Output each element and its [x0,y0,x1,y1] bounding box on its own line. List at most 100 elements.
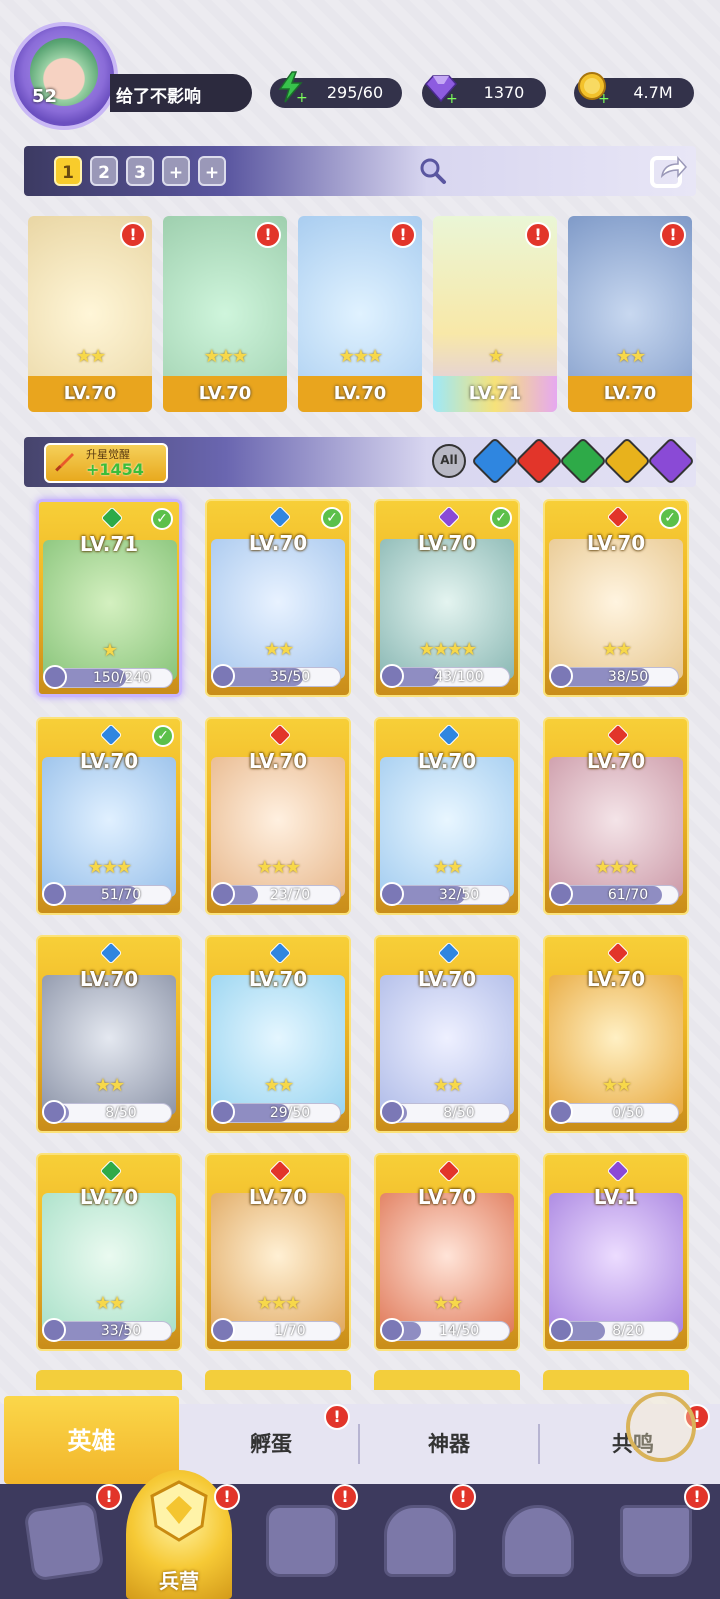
team-tab-add-2[interactable]: + [198,156,226,186]
shard-progress-bar: 14/50 [386,1321,510,1341]
shard-progress-bar: 8/50 [48,1103,172,1123]
tab-heroes[interactable]: 英雄 [4,1396,179,1484]
element-icon [99,1159,123,1183]
hero-card-partial [374,1370,520,1390]
shard-progress-bar: 61/70 [555,885,679,905]
star-rating: ★★ [601,1075,632,1096]
alert-badge: ! [324,1404,350,1430]
hero-card-partial [543,1370,689,1390]
shard-progress-bar: 38/50 [555,667,679,687]
alert-badge: ! [450,1484,476,1510]
shard-progress-bar: 8/50 [386,1103,510,1123]
element-icon [437,505,461,529]
hero-card[interactable]: LV.70 ★★ 32/50 [374,717,520,915]
search-icon[interactable] [418,156,448,186]
map-icon[interactable] [266,1505,338,1577]
alert-badge: ! [525,222,551,248]
hero-portrait [549,1193,683,1333]
hero-card[interactable]: LV.70 ★★★★ 43/100 ✓ [374,499,520,697]
shard-icon [211,882,235,906]
hero-card[interactable]: LV.70 ★★ 38/50 ✓ [543,499,689,697]
shard-icon [380,1318,404,1342]
hero-card[interactable]: LV.70 ★★★ 51/70 ✓ [36,717,182,915]
shard-icon [380,1100,404,1124]
cards-icon[interactable] [23,1500,105,1582]
hero-card[interactable]: LV.70 ★★ 33/50 [36,1153,182,1351]
player-name: 给了不影响 [116,87,201,107]
shard-progress-bar: 23/70 [217,885,341,905]
tab-hatch[interactable]: 孵蛋 [182,1424,360,1464]
hero-card[interactable]: LV.70 ★★ 14/50 [374,1153,520,1351]
shard-progress-text: 23/70 [269,887,311,903]
element-icon [437,723,461,747]
element-icon [100,506,124,530]
team-slot-3[interactable]: ★★★ LV.70 ! [298,216,422,412]
hero-card[interactable]: LV.70 ★★★ 23/70 [205,717,351,915]
shard-progress-text: 8/20 [612,1323,644,1339]
team-tab-2[interactable]: 2 [90,156,118,186]
element-icon [99,941,123,965]
castle-icon[interactable] [384,1505,456,1577]
alert-badge: ! [332,1484,358,1510]
star-rating: ★★★ [338,346,383,367]
hero-card[interactable]: LV.1 8/20 [543,1153,689,1351]
shard-icon [211,1100,235,1124]
coin-value: 4.7M [633,83,673,102]
hero-card[interactable]: LV.70 ★★ 8/50 [36,935,182,1133]
hero-card[interactable]: LV.70 ★★ 0/50 [543,935,689,1133]
team-tab-add-1[interactable]: + [162,156,190,186]
guild-banner-icon[interactable] [620,1505,692,1577]
star-rating: ★★ [432,1293,463,1314]
check-icon: ✓ [321,507,343,529]
shard-icon [549,1100,573,1124]
element-icon [606,723,630,747]
check-icon: ✓ [152,725,174,747]
shard-progress-bar: 150/240 [49,668,173,688]
floating-orb-button[interactable] [626,1392,696,1462]
star-rating: ★★ [432,1075,463,1096]
shard-progress-bar: 1/70 [217,1321,341,1341]
hero-level: LV.71 [468,383,522,404]
star-rating: ★★★ [87,857,132,878]
hero-level: LV.70 [603,383,657,404]
hero-level: LV.70 [417,749,477,773]
team-tab-3[interactable]: 3 [126,156,154,186]
diamond-value: 1370 [483,83,525,102]
upgrade-awaken-button[interactable]: 升星觉醒 +1454 [44,443,168,483]
mushroom-icon[interactable] [502,1505,574,1577]
hero-level: LV.70 [586,531,646,555]
team-slot-1[interactable]: ★★ LV.70 ! [28,216,152,412]
check-icon: ✓ [659,507,681,529]
hero-level: LV.70 [248,967,308,991]
lightning-icon: + [274,70,308,106]
star-rating: ★★ [263,1075,294,1096]
hero-card[interactable]: LV.71 ★ 150/240 ✓ [36,499,182,697]
hero-card[interactable]: LV.70 ★★ 35/50 ✓ [205,499,351,697]
team-slot-5[interactable]: ★★ LV.70 ! [568,216,692,412]
svg-text:+: + [446,91,458,104]
shard-progress-text: 150/240 [92,670,152,686]
hero-card[interactable]: LV.70 ★★ 8/50 [374,935,520,1133]
energy-value: 295/60 [326,83,384,102]
star-rating: ★★★ [256,1293,301,1314]
hero-card[interactable]: LV.70 ★★★ 1/70 [205,1153,351,1351]
team-slot-2[interactable]: ★★★ LV.70 ! [163,216,287,412]
svg-text:+: + [296,90,308,104]
team-tab-1[interactable]: 1 [54,156,82,186]
shard-icon [42,882,66,906]
tab-artifacts[interactable]: 神器 [360,1424,538,1464]
team-slot-4[interactable]: ★ LV.71 ! [433,216,557,412]
hero-card-partial [36,1370,182,1390]
star-rating: ★★★★ [418,639,478,660]
share-icon[interactable] [648,150,688,190]
shard-progress-bar: 51/70 [48,885,172,905]
element-icon [606,505,630,529]
hero-card[interactable]: LV.70 ★★★ 61/70 [543,717,689,915]
star-rating: ★★★ [203,346,248,367]
alert-badge: ! [96,1484,122,1510]
shard-progress-text: 29/50 [269,1105,311,1121]
hero-level: LV.70 [63,383,117,404]
barracks-label: 兵营 [159,1569,199,1593]
hero-card[interactable]: LV.70 ★★ 29/50 [205,935,351,1133]
hero-level: LV.70 [417,531,477,555]
